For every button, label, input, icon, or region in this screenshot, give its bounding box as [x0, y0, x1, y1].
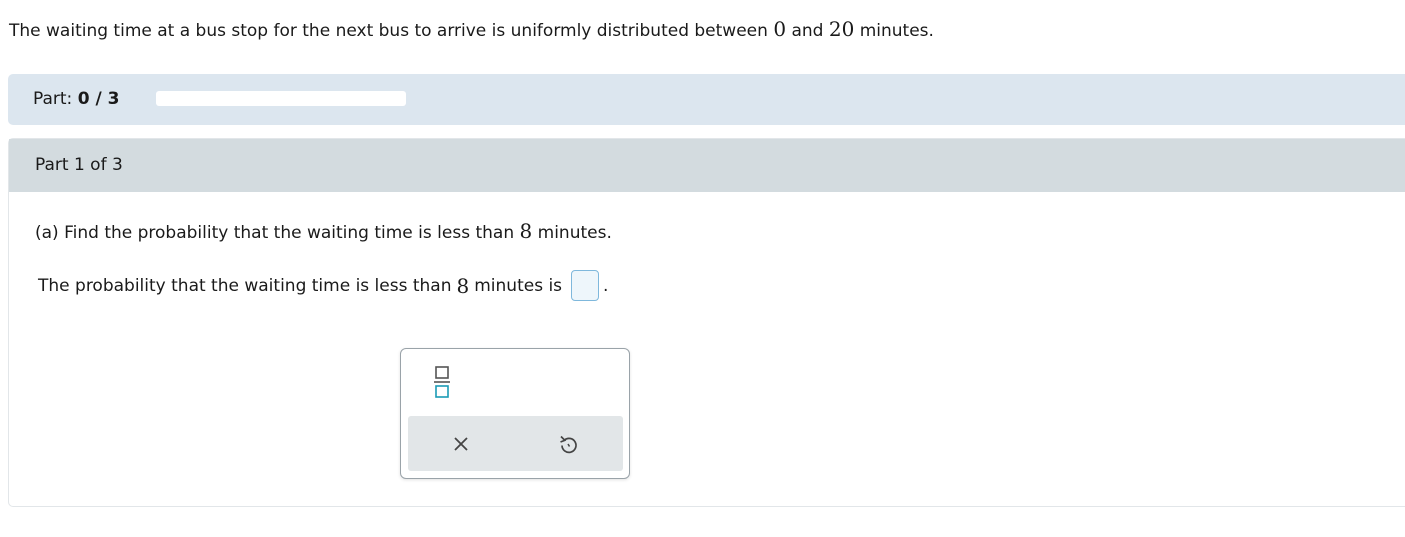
question-text-end: minutes.: [532, 223, 612, 243]
part-header-title: Part 1 of 3: [35, 155, 123, 175]
fraction-icon[interactable]: [427, 361, 457, 401]
answer-period: .: [603, 275, 609, 296]
palette-actions: [408, 416, 623, 471]
answer-input[interactable]: [571, 270, 600, 301]
part-progress-bar: Part: 0 / 3: [8, 74, 1405, 125]
answer-value: 8: [456, 273, 470, 298]
part-progress-label: Part: 0 / 3: [33, 89, 119, 109]
part-header: Part 1 of 3: [9, 139, 1405, 192]
progress-track: [156, 91, 406, 106]
question-card: Part 1 of 3 (a) Find the probability tha…: [8, 138, 1405, 507]
close-icon[interactable]: [448, 431, 474, 457]
answer-text-start: The probability that the waiting time is…: [38, 275, 452, 296]
question-text: (a) Find the probability that the waitin…: [35, 219, 612, 243]
question-value: 8: [519, 219, 533, 243]
undo-icon[interactable]: [555, 431, 581, 457]
part-progress-value: 0 / 3: [77, 89, 120, 109]
problem-statement: The waiting time at a bus stop for the n…: [9, 17, 934, 41]
math-palette: [400, 348, 630, 479]
part-label-text: Part:: [33, 89, 73, 109]
intro-text-end: minutes.: [854, 21, 934, 41]
question-text-start: (a) Find the probability that the waitin…: [35, 223, 520, 243]
intro-text-middle: and: [786, 21, 829, 41]
intro-text: The waiting time at a bus stop for the n…: [9, 21, 774, 41]
answer-sentence: The probability that the waiting time is…: [38, 270, 608, 301]
answer-text-end: minutes is: [474, 275, 563, 296]
upper-bound: 20: [828, 17, 855, 41]
lower-bound: 0: [773, 17, 787, 41]
